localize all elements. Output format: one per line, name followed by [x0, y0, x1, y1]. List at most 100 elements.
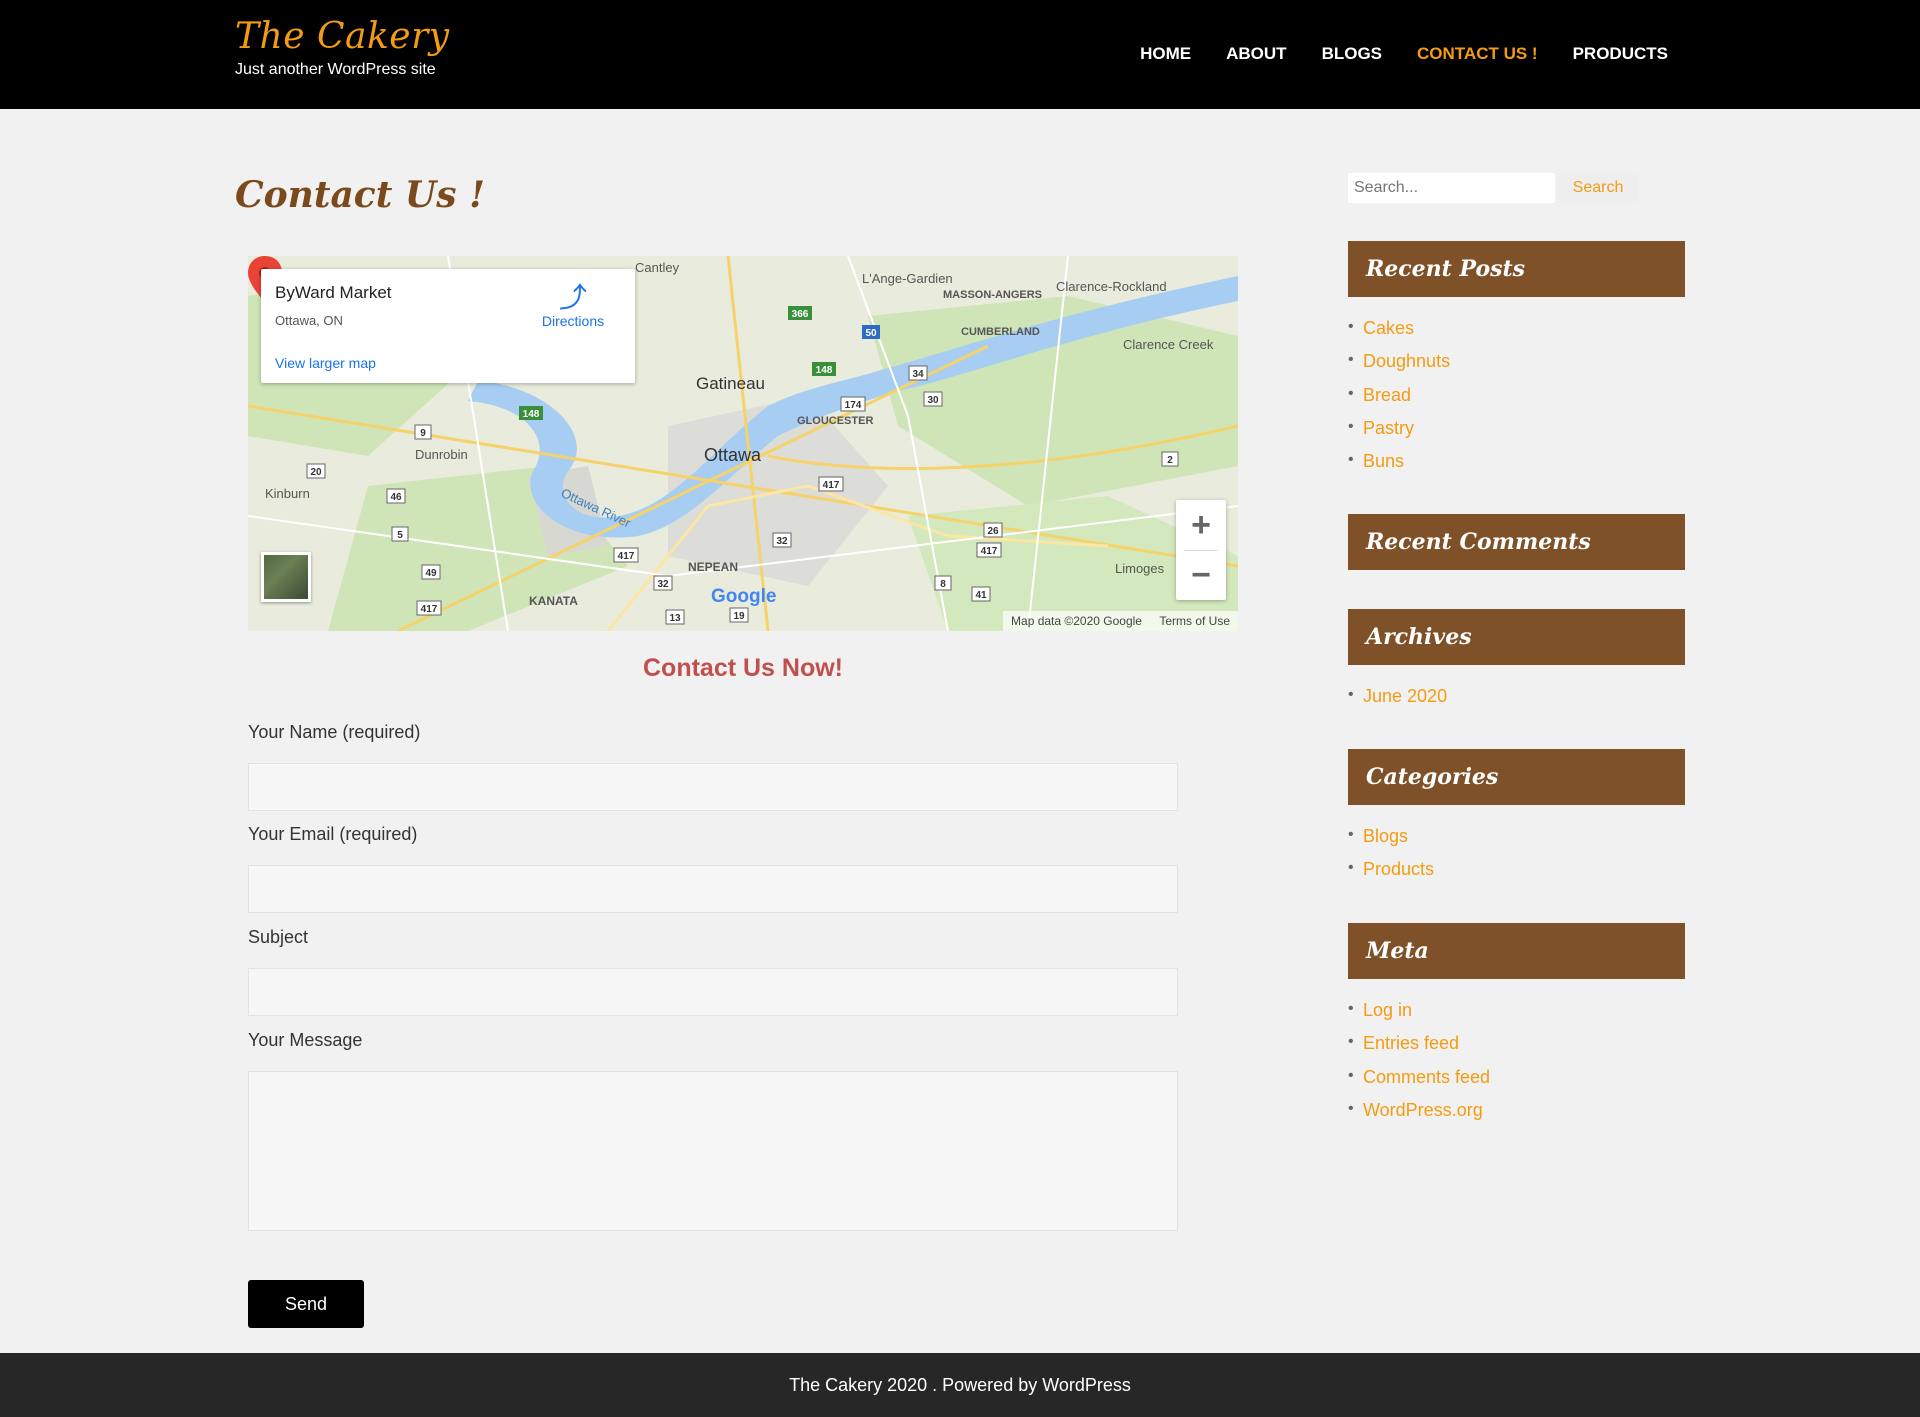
recent-post-link[interactable]: Cakes [1348, 318, 1450, 351]
route-shield: 34 [908, 365, 928, 381]
site-footer: The Cakery 2020 . Powered by WordPress [0, 1353, 1920, 1417]
svg-text:46: 46 [390, 492, 402, 503]
route-shield: 9 [414, 424, 432, 440]
categories-list: Blogs Products [1348, 826, 1434, 893]
search-button[interactable]: Search [1557, 173, 1639, 203]
map-label-cumberland: CUMBERLAND [961, 326, 1040, 338]
nav-contact-us[interactable]: CONTACT US ! [1417, 44, 1538, 64]
nav-blogs[interactable]: BLOGS [1322, 44, 1382, 64]
page-title: Contact Us ! [235, 174, 485, 216]
name-field[interactable] [248, 763, 1178, 811]
message-field[interactable] [248, 1071, 1178, 1231]
terms-of-use-link[interactable]: Terms of Use [1159, 614, 1230, 628]
svg-text:417: 417 [823, 480, 840, 491]
subject-label: Subject [248, 927, 309, 947]
archives-list: June 2020 [1348, 686, 1447, 719]
meta-link[interactable]: Comments feed [1348, 1067, 1490, 1100]
svg-text:417: 417 [981, 546, 998, 557]
recent-post-link[interactable]: Doughnuts [1348, 351, 1450, 384]
route-shield: 19 [729, 607, 749, 623]
subject-field[interactable] [248, 968, 1178, 1016]
map-place-address: Ottawa, ON [275, 313, 343, 328]
svg-text:49: 49 [425, 568, 437, 579]
svg-text:41: 41 [975, 590, 987, 601]
route-shield: 26 [983, 522, 1003, 538]
category-link[interactable]: Products [1348, 859, 1434, 892]
recent-post-link[interactable]: Buns [1348, 451, 1450, 484]
svg-text:148: 148 [816, 365, 833, 376]
map-label-dunrobin: Dunrobin [415, 447, 468, 462]
svg-text:2: 2 [1167, 455, 1173, 466]
route-shield: 417 [976, 542, 1002, 558]
zoom-out-button[interactable]: − [1176, 550, 1226, 600]
route-shield: 417 [818, 476, 844, 492]
nav-home[interactable]: HOME [1140, 44, 1191, 64]
site-tagline: Just another WordPress site [235, 61, 436, 78]
zoom-control: + − [1176, 500, 1226, 600]
svg-text:5: 5 [397, 530, 403, 541]
satellite-toggle-button[interactable] [261, 552, 311, 602]
category-link[interactable]: Blogs [1348, 826, 1434, 859]
svg-text:20: 20 [310, 467, 322, 478]
recent-posts-title: Recent Posts [1348, 241, 1685, 297]
map-info-card: ByWard Market Ottawa, ON View larger map… [261, 269, 635, 383]
svg-text:13: 13 [669, 613, 681, 624]
footer-credit: The Cakery 2020 . Powered by WordPress [789, 1375, 1131, 1395]
route-shield: 32 [772, 532, 792, 548]
svg-text:8: 8 [940, 579, 946, 590]
archive-link[interactable]: June 2020 [1348, 686, 1447, 719]
map-label-kinburn: Kinburn [265, 486, 310, 501]
route-shield: 41 [971, 586, 991, 602]
svg-text:50: 50 [865, 328, 877, 339]
brand: The Cakery Just another WordPress site [235, 16, 450, 79]
recent-post-link[interactable]: Bread [1348, 385, 1450, 418]
meta-link[interactable]: Log in [1348, 1000, 1490, 1033]
recent-posts-list: Cakes Doughnuts Bread Pastry Buns [1348, 318, 1450, 484]
svg-text:34: 34 [912, 369, 924, 380]
nav-about[interactable]: ABOUT [1226, 44, 1286, 64]
site-header: The Cakery Just another WordPress site H… [0, 0, 1920, 109]
route-shield: 174 [840, 396, 866, 412]
embedded-map[interactable]: Cantley L'Ange-Gardien MASSON-ANGERS Cla… [248, 256, 1238, 631]
send-button[interactable]: Send [248, 1280, 364, 1328]
meta-link[interactable]: Entries feed [1348, 1033, 1490, 1066]
email-label: Your Email (required) [248, 824, 418, 844]
map-label-cantley: Cantley [635, 260, 680, 275]
svg-text:366: 366 [792, 309, 809, 320]
map-label-limoges: Limoges [1115, 561, 1165, 576]
svg-text:174: 174 [845, 400, 862, 411]
meta-list: Log in Entries feed Comments feed WordPr… [1348, 1000, 1490, 1133]
message-label: Your Message [248, 1030, 363, 1050]
route-shield: 32 [653, 575, 673, 591]
meta-title: Meta [1348, 923, 1685, 979]
map-label-gatineau: Gatineau [696, 374, 765, 393]
map-label-kanata: KANATA [529, 594, 578, 608]
site-title[interactable]: The Cakery [235, 16, 450, 57]
main-nav: HOME ABOUT BLOGS CONTACT US ! PRODUCTS [1140, 44, 1668, 64]
directions-button[interactable]: ⤴ Directions [533, 282, 613, 330]
zoom-in-button[interactable]: + [1176, 500, 1226, 550]
search-input[interactable] [1348, 173, 1555, 203]
svg-text:417: 417 [618, 551, 635, 562]
email-field[interactable] [248, 865, 1178, 913]
view-larger-map-link[interactable]: View larger map [275, 355, 376, 371]
route-shield: 366 [788, 306, 812, 320]
svg-text:30: 30 [927, 395, 939, 406]
contact-form-heading: Contact Us Now! [643, 654, 843, 682]
nav-products[interactable]: PRODUCTS [1573, 44, 1668, 64]
route-shield: 30 [923, 391, 943, 407]
route-shield: 417 [613, 547, 639, 563]
categories-title: Categories [1348, 749, 1685, 805]
svg-text:32: 32 [657, 579, 669, 590]
route-shield: 46 [386, 488, 406, 504]
map-label-ottawa: Ottawa [704, 445, 762, 465]
svg-text:148: 148 [523, 409, 540, 420]
svg-text:32: 32 [776, 536, 788, 547]
meta-link[interactable]: WordPress.org [1348, 1100, 1490, 1133]
directions-icon: ⤴ [558, 282, 587, 313]
recent-comments-title: Recent Comments [1348, 514, 1685, 570]
recent-post-link[interactable]: Pastry [1348, 418, 1450, 451]
route-shield: 20 [306, 463, 326, 479]
map-label-clarence-rockland: Clarence-Rockland [1056, 279, 1167, 294]
route-shield: 8 [934, 575, 952, 591]
